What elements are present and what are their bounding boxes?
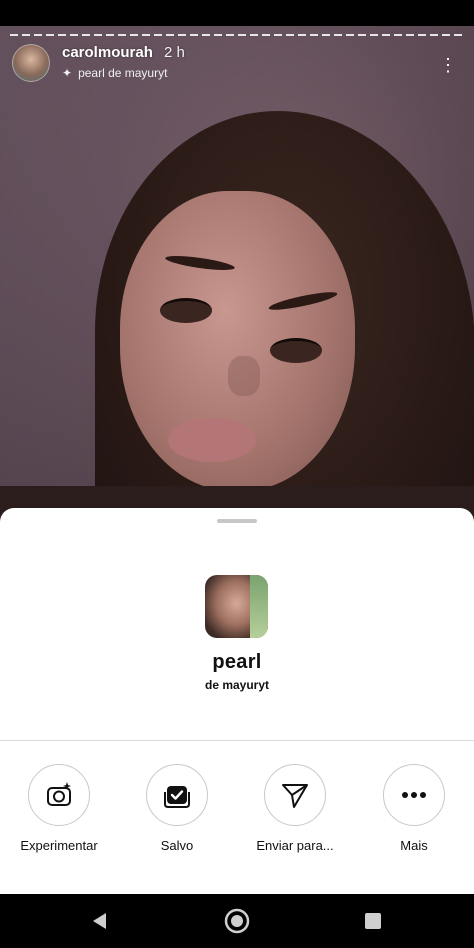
story-timestamp: 2 h [164, 44, 185, 61]
more-button[interactable]: Mais [359, 764, 469, 853]
send-icon [282, 784, 308, 808]
more-horizontal-icon [402, 792, 426, 798]
saved-button[interactable]: Salvo [122, 764, 232, 853]
avatar[interactable] [12, 44, 50, 82]
action-label: Salvo [160, 838, 194, 853]
more-vertical-icon[interactable]: ⋮ [438, 54, 458, 76]
saved-effects-icon [164, 786, 190, 808]
effect-author[interactable]: de mayuryt [0, 678, 474, 692]
story-media[interactable] [0, 26, 474, 526]
sparkle-icon: ✦ [62, 66, 73, 80]
filter-attribution[interactable]: ✦ pearl de mayuryt [62, 66, 167, 80]
effect-name: pearl [212, 651, 262, 673]
system-nav-bar [0, 894, 474, 948]
effect-bottom-sheet: pearl de mayuryt Experimentar Salvo Envi… [0, 508, 474, 894]
drag-handle[interactable] [217, 519, 257, 523]
divider [0, 740, 474, 741]
action-label: Experimentar [20, 838, 98, 853]
filter-label: pearl de mayuryt [78, 66, 168, 80]
effect-thumbnail[interactable] [205, 575, 268, 638]
story-username[interactable]: carolmourah [62, 44, 153, 62]
recents-icon[interactable] [360, 908, 386, 934]
send-to-button[interactable]: Enviar para... [240, 764, 350, 853]
status-bar [0, 0, 474, 26]
action-label: Enviar para... [256, 838, 334, 853]
try-effect-button[interactable]: Experimentar [4, 764, 114, 853]
effect-actions: Experimentar Salvo Enviar para... Mais [0, 764, 474, 864]
camera-sparkle-icon [47, 782, 71, 806]
action-label: Mais [400, 838, 428, 853]
home-icon[interactable] [224, 908, 250, 934]
back-icon[interactable] [87, 908, 113, 934]
story-header: carolmourah 2 h ✦ pearl de mayuryt ⋮ [12, 44, 462, 84]
story-progress-bar [10, 34, 464, 36]
